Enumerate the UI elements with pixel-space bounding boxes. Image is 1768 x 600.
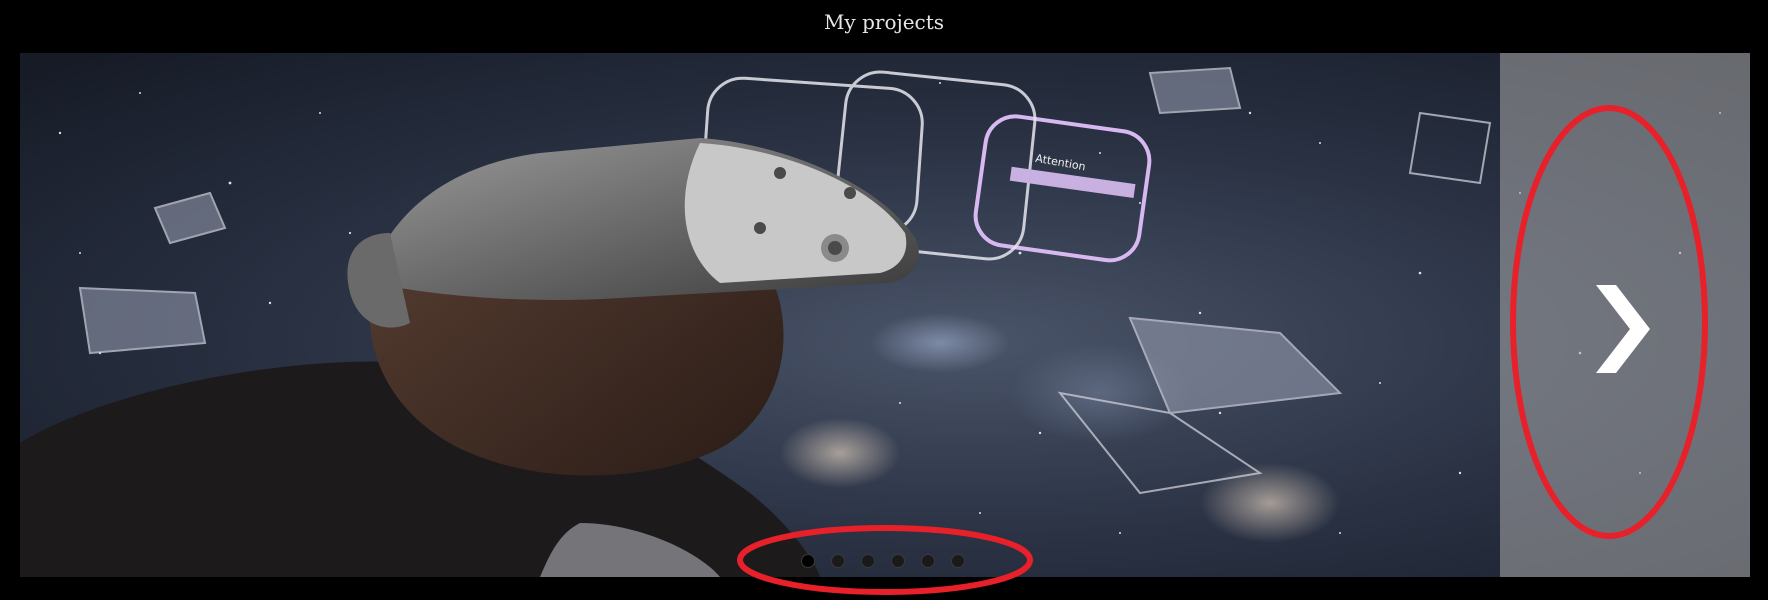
carousel-dot-5[interactable] [921,554,935,568]
next-slide-button[interactable] [1500,53,1750,577]
carousel-dot-6[interactable] [951,554,965,568]
carousel-slide-image: Attention [20,53,1750,577]
chevron-right-icon [1596,285,1650,373]
carousel-dot-3[interactable] [861,554,875,568]
page-title: My projects [823,10,945,34]
carousel-dot-2[interactable] [831,554,845,568]
project-carousel[interactable]: Attention [20,53,1750,577]
page: My projects Attention [0,0,1768,600]
carousel-pagination [801,554,965,574]
carousel-dot-1[interactable] [801,554,815,568]
carousel-dot-4[interactable] [891,554,905,568]
